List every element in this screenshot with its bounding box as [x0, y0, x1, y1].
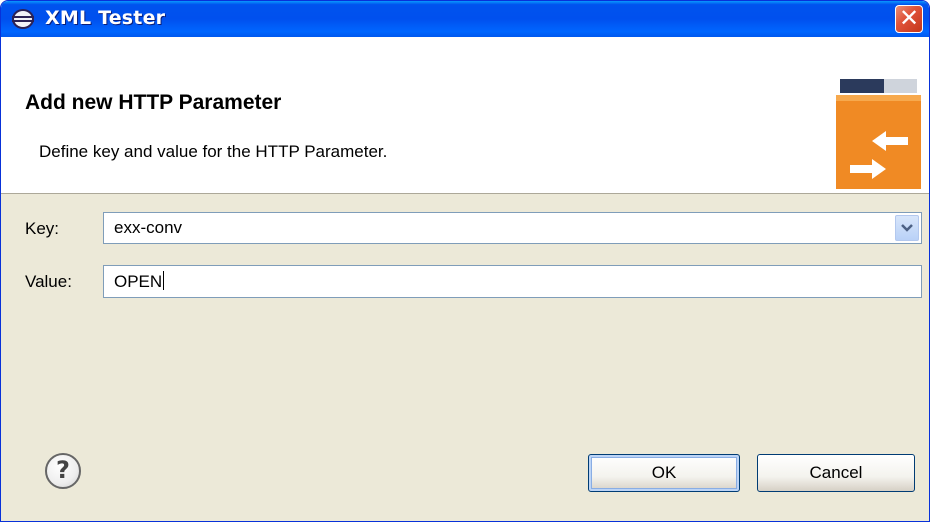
value-input[interactable]: OPEN	[103, 265, 922, 298]
close-icon: ✕	[898, 4, 920, 32]
combo-dropdown-button[interactable]	[895, 215, 919, 241]
banner-title: Add new HTTP Parameter	[25, 91, 282, 114]
dialog-banner: Add new HTTP Parameter Define key and va…	[1, 37, 929, 194]
eclipse-icon	[12, 9, 34, 29]
value-label: Value:	[25, 272, 72, 291]
banner-description: Define key and value for the HTTP Parame…	[39, 142, 388, 161]
key-label: Key:	[25, 219, 60, 238]
help-button[interactable]: ?	[45, 453, 81, 489]
text-caret	[163, 271, 165, 290]
help-icon: ?	[56, 456, 70, 484]
exchange-arrows-icon	[836, 79, 921, 189]
value-input-text[interactable]: OPEN	[114, 271, 165, 292]
key-combobox[interactable]: exx-conv	[103, 212, 922, 244]
cancel-button[interactable]: Cancel	[757, 454, 915, 492]
title-bar[interactable]: XML Tester ✕	[1, 1, 929, 37]
window-title: XML Tester	[45, 7, 166, 29]
ok-button[interactable]: OK	[588, 454, 740, 492]
chevron-down-icon	[901, 224, 913, 232]
dialog-window: XML Tester ✕ Add new HTTP Parameter Defi…	[0, 0, 930, 522]
close-button[interactable]: ✕	[895, 4, 923, 33]
key-combobox-value[interactable]: exx-conv	[114, 218, 182, 238]
value-input-content[interactable]: OPEN	[114, 272, 162, 291]
